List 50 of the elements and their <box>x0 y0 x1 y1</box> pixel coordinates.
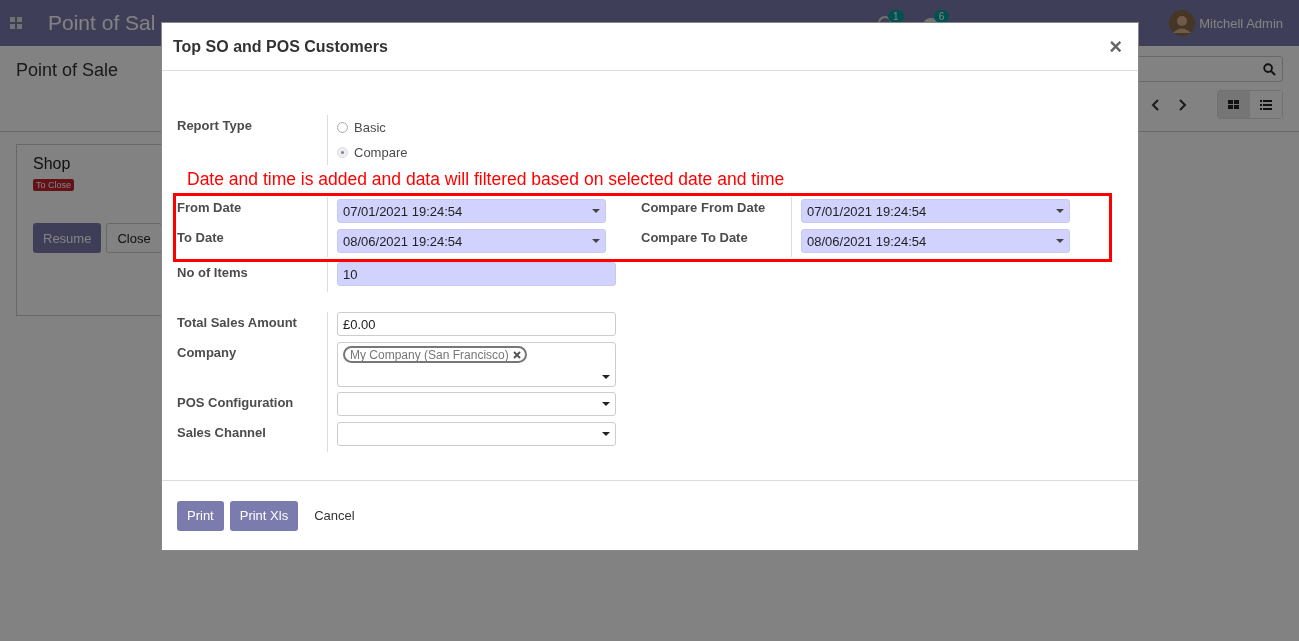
dropdown-field[interactable] <box>337 392 616 416</box>
input-field[interactable]: 10 <box>337 262 616 286</box>
company-tag: My Company (San Francisco) <box>343 346 527 363</box>
field-label: To Date <box>177 229 225 245</box>
field-label: Sales Channel <box>177 424 267 442</box>
radio-button[interactable] <box>337 122 348 133</box>
field-label: Compare To Date <box>641 229 749 245</box>
tags-field[interactable]: My Company (San Francisco) <box>337 342 616 387</box>
dropdown-field[interactable] <box>337 422 616 446</box>
caret-icon <box>602 432 610 436</box>
previous-icon[interactable] <box>1151 98 1159 111</box>
field-label: From Date <box>177 199 243 215</box>
annotation-text: Date and time is added and data will filtered based on selected date and time <box>187 169 786 191</box>
field-label: Report Type <box>177 117 253 135</box>
field-label: No of Items <box>177 264 249 282</box>
caret-icon <box>592 209 600 213</box>
caret-icon <box>592 239 600 243</box>
remove-icon[interactable] <box>512 350 521 359</box>
app-name: Point of Sal <box>48 11 156 35</box>
caret-icon <box>602 402 610 406</box>
input-field[interactable]: £0.00 <box>337 312 616 336</box>
date-field[interactable]: 07/01/2021 19:24:54 <box>801 199 1070 223</box>
field-label: Compare From Date <box>641 199 767 215</box>
list-icon <box>1260 99 1272 110</box>
radio-label[interactable]: Compare <box>354 145 408 160</box>
card-title: Shop <box>33 155 71 173</box>
field-label: POS Configuration <box>177 394 295 412</box>
date-field[interactable]: 08/06/2021 19:24:54 <box>801 229 1070 253</box>
grid-icon <box>1228 99 1240 110</box>
caret-icon <box>1056 239 1064 243</box>
field-label: Company <box>177 344 238 362</box>
cancel-button[interactable]: Cancel <box>304 500 365 531</box>
dialog-title: Top SO and POS Customers <box>173 37 388 56</box>
close-button[interactable]: × <box>1105 35 1126 58</box>
print-button[interactable]: Print <box>177 500 224 531</box>
radio-label[interactable]: Basic <box>354 120 386 135</box>
field-label: Total Sales Amount <box>177 314 298 332</box>
search-icon[interactable] <box>1263 62 1276 76</box>
next-icon[interactable] <box>1179 98 1187 111</box>
kanban-view-button[interactable] <box>1218 91 1250 118</box>
caret-icon <box>602 375 610 379</box>
close-button[interactable]: Close <box>106 223 162 253</box>
status-badge: To Close <box>33 179 74 191</box>
caret-icon <box>1056 209 1064 213</box>
apps-grid-icon[interactable] <box>10 17 22 29</box>
date-field[interactable]: 08/06/2021 19:24:54 <box>337 229 606 253</box>
date-field[interactable]: 07/01/2021 19:24:54 <box>337 199 606 223</box>
breadcrumb: Point of Sale <box>16 60 119 81</box>
radio-button[interactable] <box>337 147 348 158</box>
print-button[interactable]: Print Xls <box>229 500 299 531</box>
